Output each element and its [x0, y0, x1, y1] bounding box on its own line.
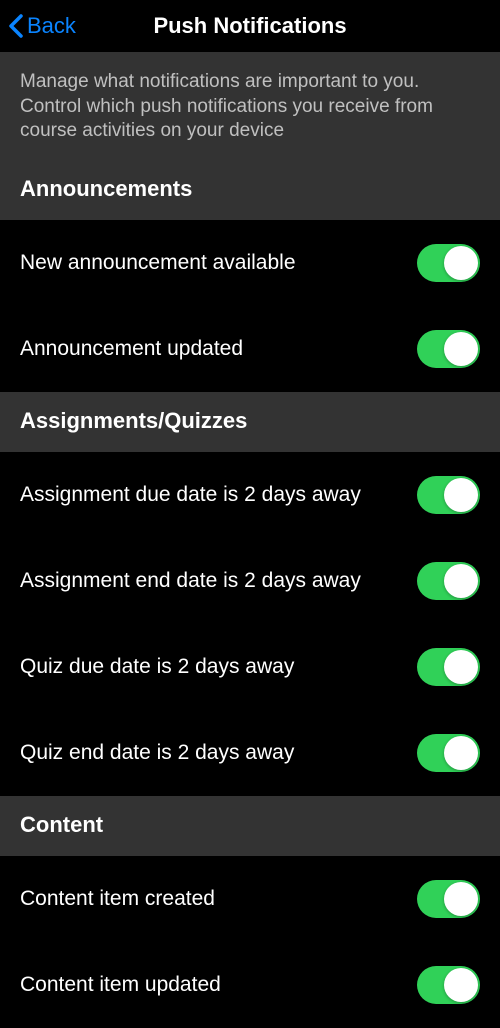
toggle-content-created[interactable] — [417, 880, 480, 918]
setting-row: Quiz end date is 2 days away — [0, 710, 500, 796]
toggle-knob — [444, 332, 478, 366]
setting-label: Assignment end date is 2 days away — [20, 569, 417, 593]
toggle-knob — [444, 478, 478, 512]
setting-row: Assignment due date is 2 days away — [0, 452, 500, 538]
section-header-label: Assignments/Quizzes — [20, 408, 480, 434]
setting-row: Assignment end date is 2 days away — [0, 538, 500, 624]
toggle-quiz-end[interactable] — [417, 734, 480, 772]
setting-label: Quiz end date is 2 days away — [20, 741, 417, 765]
section-header-label: Announcements — [20, 176, 480, 202]
setting-label: Content item updated — [20, 973, 417, 997]
nav-bar: Back Push Notifications — [0, 0, 500, 52]
setting-row: Content item created — [0, 856, 500, 942]
toggle-knob — [444, 246, 478, 280]
back-label: Back — [27, 13, 76, 39]
toggle-knob — [444, 736, 478, 770]
toggle-assignment-due[interactable] — [417, 476, 480, 514]
section-header-content: Content — [0, 796, 500, 856]
setting-row: Quiz due date is 2 days away — [0, 624, 500, 710]
toggle-announcement-updated[interactable] — [417, 330, 480, 368]
intro-section: Manage what notifications are important … — [0, 52, 500, 220]
toggle-assignment-end[interactable] — [417, 562, 480, 600]
toggle-new-announcement[interactable] — [417, 244, 480, 282]
setting-label: Assignment due date is 2 days away — [20, 483, 417, 507]
description-text: Manage what notifications are important … — [20, 70, 480, 144]
setting-label: Announcement updated — [20, 337, 417, 361]
description-block: Manage what notifications are important … — [0, 52, 500, 160]
toggle-knob — [444, 650, 478, 684]
chevron-left-icon — [8, 14, 23, 38]
toggle-knob — [444, 968, 478, 1002]
page-title: Push Notifications — [153, 13, 346, 39]
toggle-knob — [444, 882, 478, 916]
section-header-announcements: Announcements — [0, 160, 500, 220]
back-button[interactable]: Back — [8, 13, 76, 39]
setting-row: Announcement updated — [0, 306, 500, 392]
section-header-label: Content — [20, 812, 480, 838]
setting-label: Content item created — [20, 887, 417, 911]
toggle-knob — [444, 564, 478, 598]
setting-row: Content item updated — [0, 942, 500, 1028]
toggle-quiz-due[interactable] — [417, 648, 480, 686]
section-header-assignments: Assignments/Quizzes — [0, 392, 500, 452]
setting-label: New announcement available — [20, 251, 417, 275]
setting-row: New announcement available — [0, 220, 500, 306]
toggle-content-updated[interactable] — [417, 966, 480, 1004]
setting-label: Quiz due date is 2 days away — [20, 655, 417, 679]
